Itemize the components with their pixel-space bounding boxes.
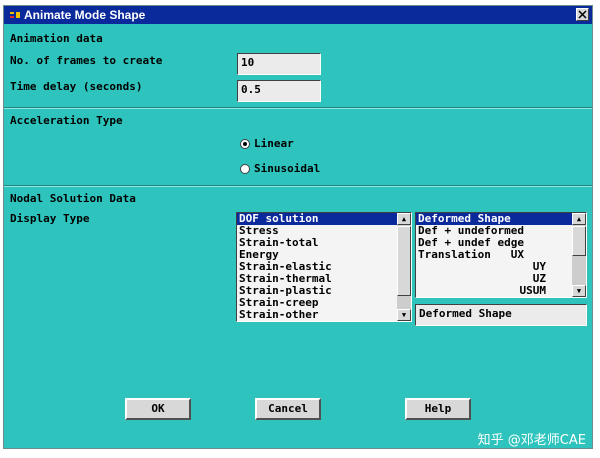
cancel-button[interactable]: Cancel <box>255 398 321 420</box>
separator <box>4 107 592 109</box>
category-scrollbar[interactable]: ▲ ▼ <box>397 213 411 321</box>
window-title: Animate Mode Shape <box>24 8 146 22</box>
time-delay-label: Time delay (seconds) <box>10 80 143 93</box>
scroll-up-arrow-icon[interactable]: ▲ <box>397 213 411 225</box>
separator <box>4 185 592 187</box>
animate-mode-shape-dialog: Animate Mode Shape Animation data No. of… <box>3 5 593 449</box>
watermark: 知乎 @邓老师CAE <box>477 433 586 448</box>
list-item[interactable]: UY <box>416 261 586 273</box>
radio-linear-label: Linear <box>254 137 294 150</box>
frames-label: No. of frames to create <box>10 54 163 67</box>
display-type-label: Display Type <box>10 212 90 225</box>
selected-item-field[interactable]: Deformed Shape <box>415 304 587 326</box>
list-item[interactable]: UZ <box>416 273 586 285</box>
scroll-down-arrow-icon[interactable]: ▼ <box>397 309 411 321</box>
close-icon <box>578 10 587 19</box>
radio-sinusoidal[interactable] <box>240 164 250 174</box>
help-button[interactable]: Help <box>405 398 471 420</box>
radio-linear[interactable] <box>240 139 250 149</box>
list-item[interactable]: Translation UX <box>416 249 586 261</box>
close-button[interactable] <box>576 8 589 21</box>
item-scrollbar[interactable]: ▲ ▼ <box>572 213 586 297</box>
scroll-thumb[interactable] <box>572 226 586 256</box>
category-list[interactable]: DOF solution Stress Strain-total Energy … <box>236 212 412 322</box>
radio-sinusoidal-label: Sinusoidal <box>254 162 321 175</box>
scroll-thumb[interactable] <box>397 226 411 296</box>
item-list-items: Deformed Shape Def + undeformed Def + un… <box>416 213 586 297</box>
scroll-up-arrow-icon[interactable]: ▲ <box>572 213 586 225</box>
nodal-solution-heading: Nodal Solution Data <box>10 192 136 205</box>
category-list-items: DOF solution Stress Strain-total Energy … <box>237 213 411 321</box>
frames-input[interactable]: 10 <box>237 53 321 75</box>
animation-data-heading: Animation data <box>10 32 103 45</box>
app-icon <box>9 10 21 20</box>
list-item[interactable]: USUM <box>416 285 586 297</box>
acceleration-type-heading: Acceleration Type <box>10 114 123 127</box>
ok-button[interactable]: OK <box>125 398 191 420</box>
list-item[interactable]: Strain-other <box>237 309 411 321</box>
item-list[interactable]: Deformed Shape Def + undeformed Def + un… <box>415 212 587 298</box>
time-delay-input[interactable]: 0.5 <box>237 80 321 102</box>
title-bar[interactable]: Animate Mode Shape <box>4 6 592 24</box>
scroll-down-arrow-icon[interactable]: ▼ <box>572 285 586 297</box>
